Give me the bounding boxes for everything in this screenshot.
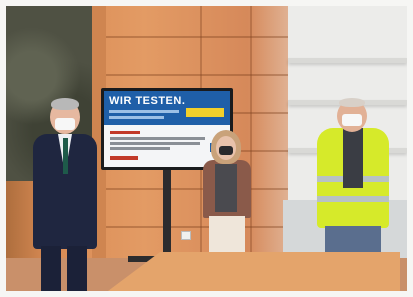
tv-yellow-tag <box>186 108 224 117</box>
tv-text-line <box>110 131 140 134</box>
face-mask <box>55 118 75 130</box>
trouser-leg <box>41 246 61 296</box>
top <box>215 164 237 212</box>
person-woman <box>197 130 257 265</box>
person-suit <box>25 98 105 297</box>
tv-text-line <box>110 137 205 140</box>
tv-text-line <box>110 147 170 150</box>
tv-banner-line <box>109 116 164 119</box>
tv-headline: WIR TESTEN. <box>109 95 186 107</box>
tv-banner: WIR TESTEN. <box>104 91 230 125</box>
tv-red-button <box>110 156 138 160</box>
tv-banner-line <box>109 110 179 113</box>
shelf <box>288 58 407 63</box>
trouser-leg <box>67 246 87 296</box>
face-mask <box>219 146 233 155</box>
face-mask <box>342 114 362 126</box>
reflective-stripe <box>317 196 389 202</box>
tv-stand-pole <box>163 165 171 260</box>
zipper-front <box>343 128 363 188</box>
hair <box>51 98 79 110</box>
hair <box>339 98 365 107</box>
power-outlet <box>181 231 191 240</box>
photo-scene: WIR TESTEN. <box>0 0 413 297</box>
tv-text-line <box>110 142 200 145</box>
tie <box>63 138 68 174</box>
